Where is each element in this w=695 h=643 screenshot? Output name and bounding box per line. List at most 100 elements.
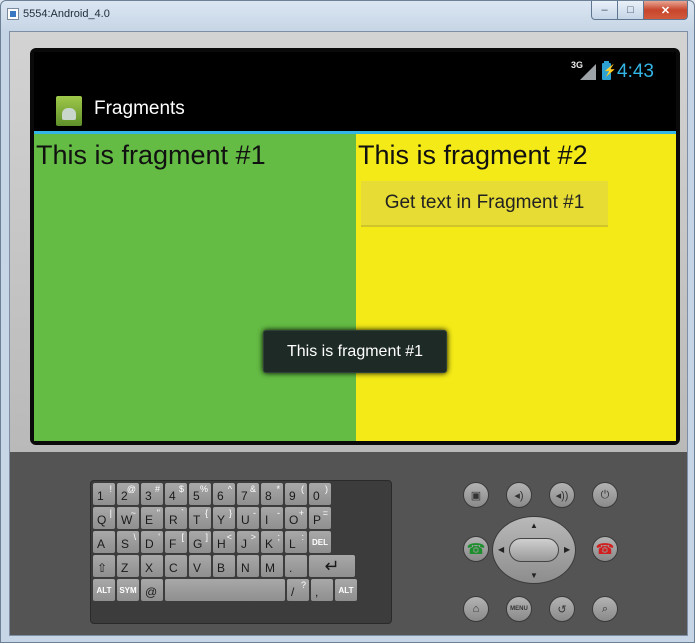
key-label: R <box>169 513 178 527</box>
close-button[interactable]: ✕ <box>644 1 688 20</box>
minimize-button[interactable]: – <box>591 1 618 20</box>
key-alt-label: @ <box>126 484 136 494</box>
space-key[interactable] <box>165 579 285 601</box>
key-label: 5 <box>193 489 200 503</box>
key[interactable]: Z <box>117 555 139 577</box>
search-button[interactable]: ⌕ <box>592 596 618 622</box>
key[interactable]: S \ <box>117 531 139 553</box>
status-bar: 3G ⚡ 4:43 <box>34 52 676 88</box>
volume-up-button[interactable]: ◂)) <box>549 482 575 508</box>
call-button[interactable]: ☎ <box>463 536 489 562</box>
key[interactable]: ALT <box>335 579 357 601</box>
key[interactable]: E " <box>141 507 163 529</box>
key[interactable]: V <box>189 555 211 577</box>
maximize-button[interactable]: □ <box>618 1 644 20</box>
key-alt-label: ! <box>109 484 112 494</box>
key[interactable]: F[ <box>165 531 187 553</box>
menu-button[interactable]: MENU <box>506 596 532 622</box>
key-alt-label: [ <box>181 532 184 542</box>
dpad[interactable]: ▲ ▼ ◀ ▶ <box>492 516 576 584</box>
key[interactable]: ALT <box>93 579 115 601</box>
key-alt-label: { <box>204 508 208 518</box>
emulator-window: 5554:Android_4.0 – □ ✕ 3G ⚡ 4:43 Fragmen… <box>0 0 695 643</box>
camera-button[interactable]: ▣ <box>463 482 489 508</box>
key[interactable]: K; <box>261 531 283 553</box>
title-bar[interactable]: 5554:Android_4.0 – □ ✕ <box>1 1 694 29</box>
dpad-up-icon[interactable]: ▲ <box>530 521 538 530</box>
dpad-center-button[interactable] <box>509 538 559 562</box>
key[interactable]: . <box>285 555 307 577</box>
key[interactable]: 4 $ <box>165 483 187 505</box>
key-label: F <box>169 537 177 551</box>
key[interactable]: L: <box>285 531 307 553</box>
key[interactable]: D ' <box>141 531 163 553</box>
key[interactable]: 6 ^ <box>213 483 235 505</box>
power-button[interactable]: ⏻ <box>592 482 618 508</box>
key[interactable]: A <box>93 531 115 553</box>
key[interactable]: B <box>213 555 235 577</box>
key[interactable]: 1! <box>93 483 115 505</box>
dpad-right-icon[interactable]: ▶ <box>564 545 570 554</box>
key[interactable]: 8 * <box>261 483 283 505</box>
dpad-down-icon[interactable]: ▼ <box>530 571 538 580</box>
key[interactable]: Q | <box>93 507 115 529</box>
key[interactable]: SYM <box>117 579 139 601</box>
key[interactable]: O + <box>285 507 307 529</box>
key-alt-label: # <box>154 484 160 494</box>
key-label: Y <box>217 513 226 527</box>
key[interactable]: G] <box>189 531 211 553</box>
key-alt-label: = <box>322 508 328 518</box>
key[interactable]: X <box>141 555 163 577</box>
key[interactable]: C <box>165 555 187 577</box>
key[interactable]: 9( <box>285 483 307 505</box>
key-alt-label: ` <box>181 508 184 518</box>
get-text-button[interactable]: Get text in Fragment #1 <box>361 181 608 227</box>
key-alt-label: + <box>298 508 304 518</box>
key[interactable]: Y} <box>213 507 235 529</box>
key-alt-label: * <box>276 484 280 494</box>
device-screen[interactable]: 3G ⚡ 4:43 Fragments This is fragment #1 … <box>34 52 676 441</box>
keyboard-row-3: A S \ D ' F[G] H < J > K; L: DEL <box>93 531 389 554</box>
dpad-left-icon[interactable]: ◀ <box>498 545 504 554</box>
key-alt-label: | <box>109 508 112 518</box>
key[interactable]: I- <box>261 507 283 529</box>
key[interactable]: H < <box>213 531 235 553</box>
key[interactable]: U- <box>237 507 259 529</box>
call-icon: ☎ <box>466 541 486 558</box>
key[interactable]: R ` <box>165 507 187 529</box>
home-button[interactable]: ⌂ <box>463 596 489 622</box>
action-bar: Fragments <box>34 90 676 130</box>
key[interactable]: W ~ <box>117 507 139 529</box>
key[interactable]: ⇧ <box>93 555 115 577</box>
key[interactable]: 0) <box>309 483 331 505</box>
back-icon: ↺ <box>557 603 567 616</box>
key-label: ⇧ <box>97 561 108 575</box>
end-call-button[interactable]: ☎ <box>592 536 618 562</box>
key[interactable]: 5% <box>189 483 211 505</box>
key[interactable]: 3 # <box>141 483 163 505</box>
back-button[interactable]: ↺ <box>549 596 575 622</box>
app-launcher-icon[interactable] <box>56 96 82 126</box>
key-label: A <box>97 537 106 551</box>
key-alt-label: % <box>199 484 208 494</box>
key[interactable]: 2 @ <box>117 483 139 505</box>
key[interactable]: P = <box>309 507 331 529</box>
key[interactable]: 7 & <box>237 483 259 505</box>
key[interactable]: DEL <box>309 531 331 553</box>
key[interactable]: /? <box>287 579 309 601</box>
fragment-2: This is fragment #2 Get text in Fragment… <box>356 134 676 441</box>
key[interactable]: @ <box>141 579 163 601</box>
window-title: 5554:Android_4.0 <box>23 8 110 20</box>
enter-key[interactable]: ↵ <box>309 555 355 577</box>
key[interactable]: T{ <box>189 507 211 529</box>
volume-down-button[interactable]: ◂) <box>506 482 532 508</box>
key-label: O <box>289 513 299 527</box>
key[interactable]: N <box>237 555 259 577</box>
key-alt-label: > <box>250 532 256 542</box>
key[interactable]: , <box>311 579 333 601</box>
camera-icon: ▣ <box>470 489 482 502</box>
key[interactable]: J > <box>237 531 259 553</box>
key-alt-label: : <box>301 532 304 542</box>
key[interactable]: M <box>261 555 283 577</box>
key-label: S <box>121 537 130 551</box>
